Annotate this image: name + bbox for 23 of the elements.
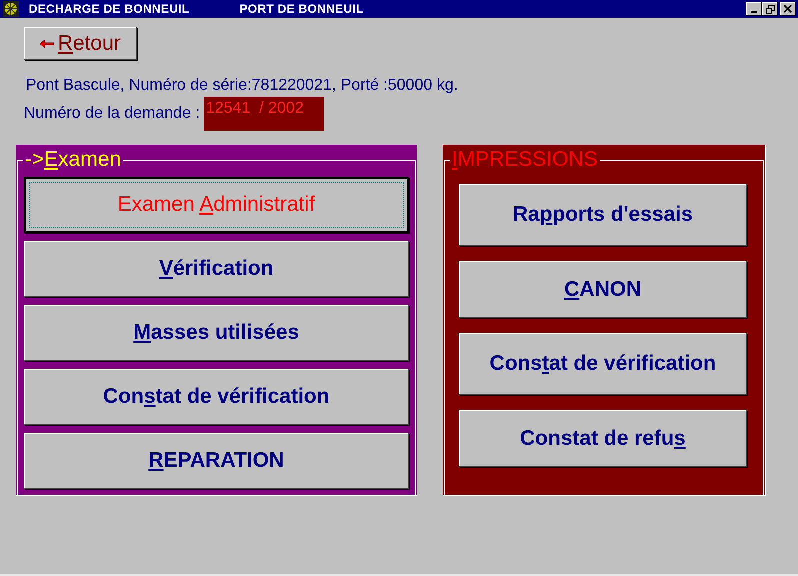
request-number-field: 12541 / 2002: [204, 97, 324, 131]
print-button[interactable]: Constat de refus: [459, 410, 747, 467]
print-button[interactable]: Rapports d'essais: [459, 184, 747, 246]
arrow-left-icon: [40, 40, 54, 48]
restore-button[interactable]: [762, 2, 778, 16]
back-button[interactable]: Retour: [24, 27, 137, 60]
print-button[interactable]: CANON: [459, 261, 747, 318]
close-button[interactable]: [780, 2, 796, 16]
action-button[interactable]: Masses utilisées: [24, 305, 409, 361]
app-icon: [3, 1, 19, 17]
action-button[interactable]: Constat de vérification: [24, 369, 409, 425]
group-title: ->Examen: [23, 149, 124, 171]
request-number-label: Numéro de la demande :: [24, 105, 200, 123]
close-icon: [784, 5, 792, 13]
print-button[interactable]: Constat de vérification: [459, 333, 747, 395]
group-title: IMPRESSIONS: [450, 149, 600, 171]
restore-icon: [766, 4, 774, 14]
action-button[interactable]: Vérification: [24, 241, 409, 297]
minimize-button[interactable]: [746, 2, 762, 16]
action-button[interactable]: REPARATION: [24, 433, 409, 489]
window-title: DECHARGE DE BONNEUIL: [29, 2, 190, 16]
scale-info-text: Pont Bascule, Numéro de série:781220021, Porté :50000 kg.: [26, 77, 460, 95]
window-subtitle: PORT DE BONNEUIL: [240, 2, 364, 16]
